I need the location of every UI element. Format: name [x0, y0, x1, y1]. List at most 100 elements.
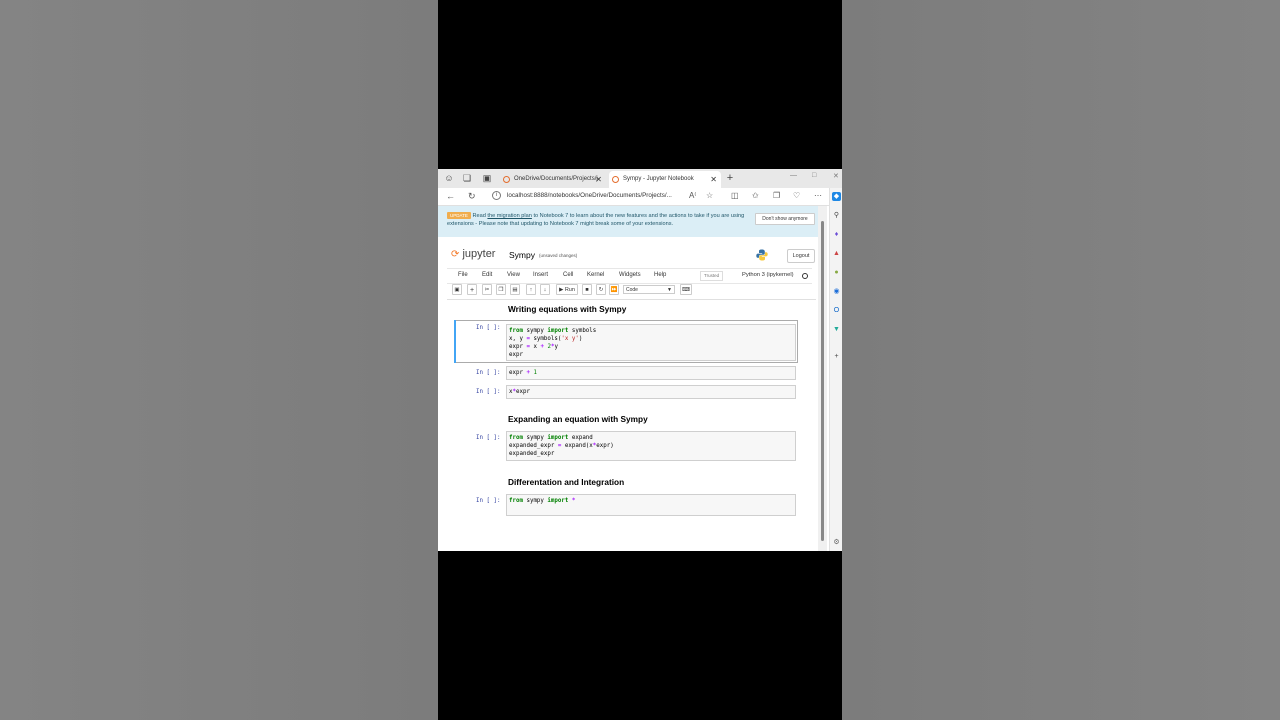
- jupyter-logo[interactable]: ⟳ jupyter: [451, 248, 495, 260]
- cell-prompt: In [ ]:: [476, 389, 501, 395]
- page-scrollbar[interactable]: [818, 206, 827, 551]
- background-top: [438, 0, 842, 169]
- logout-button[interactable]: Logout: [787, 249, 815, 263]
- tab-bar: ☺ ❏ ▣ OneDrive/Documents/Projects/j ✕ Sy…: [438, 169, 842, 188]
- jupyter-favicon-icon: [612, 176, 619, 183]
- site-info-icon[interactable]: i: [492, 190, 501, 200]
- add-sidebar-app-icon[interactable]: +: [832, 352, 841, 361]
- update-banner: UPDATE Read the migration plan to Notebo…: [438, 206, 819, 237]
- drop-icon[interactable]: ▼: [832, 325, 841, 334]
- outlook-icon[interactable]: O: [832, 306, 841, 315]
- menu-edit[interactable]: Edit: [482, 272, 492, 278]
- favorite-star-icon[interactable]: ☆: [706, 191, 713, 201]
- close-window-icon[interactable]: ✕: [833, 172, 839, 180]
- edge-sidebar: ◆ ⚲ ♦ ▲ ● ◉ O ▼ + ⚙: [829, 188, 842, 551]
- restart-icon[interactable]: ↻: [596, 284, 606, 295]
- menu-insert[interactable]: Insert: [533, 272, 548, 278]
- tab-sympy[interactable]: Sympy - Jupyter Notebook ✕: [609, 171, 721, 188]
- tab-actions-icon[interactable]: ▣: [481, 172, 493, 184]
- jupyter-logo-text: jupyter: [462, 248, 496, 260]
- run-label: Run: [564, 287, 575, 293]
- markdown-heading[interactable]: Writing equations with Sympy: [508, 304, 626, 314]
- menu-help[interactable]: Help: [654, 272, 666, 278]
- kernel-name[interactable]: Python 3 (ipykernel): [742, 272, 794, 278]
- code-cell-input[interactable]: from sympy import *: [506, 494, 796, 516]
- microsoft365-icon[interactable]: ◉: [832, 287, 841, 296]
- jupyter-favicon-icon: [503, 176, 510, 183]
- cut-icon[interactable]: ✂: [482, 284, 492, 295]
- command-palette-icon[interactable]: ⌨: [680, 284, 692, 295]
- notebook-toolbar: ▣ + ✂ ❐ ▤ ↑ ↓ ▶ Run ■ ↻ ⏩ Code ▼ ⌨: [447, 284, 812, 296]
- markdown-heading[interactable]: Expanding an equation with Sympy: [508, 414, 648, 424]
- workspaces-icon[interactable]: ❏: [461, 172, 473, 184]
- profile-icon[interactable]: ☺: [443, 172, 455, 184]
- menu-widgets[interactable]: Widgets: [619, 272, 641, 278]
- run-icon: ▶: [559, 287, 564, 293]
- banner-text-before: Read: [472, 213, 488, 219]
- notebook-header: ⟳ jupyter Sympy (unsaved changes) Logout: [447, 243, 815, 267]
- tab-onedrive[interactable]: OneDrive/Documents/Projects/j ✕: [500, 171, 606, 188]
- refresh-icon[interactable]: ↻: [468, 190, 476, 202]
- kernel-status-icon: [802, 273, 808, 279]
- notebook-area: Writing equations with Sympy In [ ]: fro…: [447, 299, 816, 551]
- menu-cell[interactable]: Cell: [563, 272, 573, 278]
- code-cell-input[interactable]: from sympy import expand expanded_expr =…: [506, 431, 796, 461]
- insert-cell-icon[interactable]: +: [467, 284, 477, 295]
- maximize-icon[interactable]: □: [812, 172, 816, 179]
- collections-icon[interactable]: ❐: [773, 191, 780, 201]
- menu-view[interactable]: View: [507, 272, 520, 278]
- scrollbar-thumb[interactable]: [821, 221, 824, 541]
- trusted-indicator[interactable]: Trusted: [700, 271, 724, 281]
- shopping-icon[interactable]: ♦: [832, 230, 841, 239]
- tab-label: OneDrive/Documents/Projects/j: [514, 176, 598, 182]
- dont-show-anymore-button[interactable]: Don't show anymore: [755, 213, 815, 225]
- banner-text: UPDATE Read the migration plan to Notebo…: [447, 212, 752, 228]
- code-cell-input[interactable]: from sympy import symbols x, y = symbols…: [506, 324, 796, 361]
- interrupt-icon[interactable]: ■: [582, 284, 592, 295]
- new-tab-icon[interactable]: +: [724, 172, 736, 184]
- games-icon[interactable]: ●: [832, 268, 841, 277]
- save-icon[interactable]: ▣: [452, 284, 462, 295]
- favorites-icon[interactable]: ✩: [752, 191, 759, 201]
- read-aloud-icon[interactable]: A⁽: [689, 191, 696, 201]
- code-cell-input[interactable]: expr + 1: [506, 366, 796, 380]
- save-status: (unsaved changes): [539, 253, 578, 258]
- notebook-title[interactable]: Sympy: [509, 250, 535, 260]
- close-tab-icon[interactable]: ✕: [595, 171, 602, 188]
- cell-prompt: In [ ]:: [476, 435, 501, 441]
- python-logo-icon: [756, 249, 768, 261]
- markdown-heading[interactable]: Differentation and Integration: [508, 477, 624, 487]
- cell-type-value: Code: [626, 287, 638, 293]
- restart-run-all-icon[interactable]: ⏩: [609, 284, 619, 295]
- copilot-icon[interactable]: ◆: [832, 192, 841, 201]
- cell-prompt: In [ ]:: [476, 498, 501, 504]
- move-down-icon[interactable]: ↓: [540, 284, 550, 295]
- background-left: [0, 0, 438, 720]
- chevron-down-icon: ▼: [667, 287, 672, 293]
- minimize-icon[interactable]: —: [790, 172, 797, 179]
- code-cell-input[interactable]: x*expr: [506, 385, 796, 399]
- jupyter-logo-icon: ⟳: [451, 249, 460, 260]
- cell-type-select[interactable]: Code ▼: [623, 285, 675, 294]
- menu-kernel[interactable]: Kernel: [587, 272, 604, 278]
- run-button[interactable]: ▶ Run: [556, 284, 578, 295]
- migration-plan-link[interactable]: the migration plan: [487, 213, 531, 219]
- sidebar-settings-icon[interactable]: ⚙: [832, 538, 841, 547]
- selected-cell-indicator: [454, 320, 456, 363]
- browser-essentials-icon[interactable]: ♡: [793, 191, 800, 201]
- menu-file[interactable]: File: [458, 272, 468, 278]
- split-screen-icon[interactable]: ◫: [731, 191, 739, 201]
- menu-bar: File Edit View Insert Cell Kernel Widget…: [447, 268, 812, 284]
- paste-icon[interactable]: ▤: [510, 284, 520, 295]
- tab-label: Sympy - Jupyter Notebook: [623, 176, 694, 182]
- move-up-icon[interactable]: ↑: [526, 284, 536, 295]
- back-icon[interactable]: ←: [446, 190, 455, 202]
- url-text: localhost:8888/notebooks/OneDrive/Docume…: [507, 192, 672, 199]
- close-tab-icon[interactable]: ✕: [710, 171, 717, 188]
- copy-icon[interactable]: ❐: [496, 284, 506, 295]
- search-icon[interactable]: ⚲: [832, 211, 841, 220]
- more-options-icon[interactable]: ⋯: [814, 191, 822, 201]
- tools-icon[interactable]: ▲: [832, 249, 841, 258]
- background-right: [842, 0, 1280, 720]
- jupyter-page: UPDATE Read the migration plan to Notebo…: [438, 206, 819, 551]
